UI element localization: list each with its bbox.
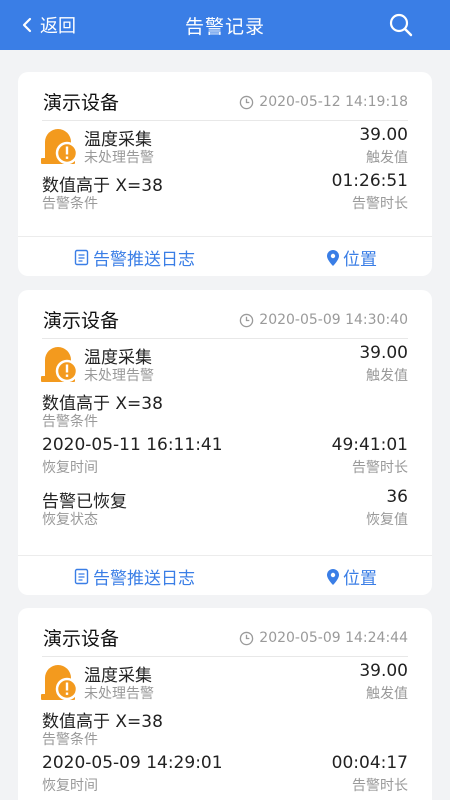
search-button[interactable] xyxy=(388,12,414,42)
trigger-value: 39.00 xyxy=(359,125,408,145)
recover-time-row: 2020-05-09 14:29:01 恢复时间 00:04:17 告警时长 xyxy=(18,749,432,800)
alarm-condition-label: 告警条件 xyxy=(42,732,98,748)
page-title: 告警记录 xyxy=(184,16,265,38)
alarm-status: 未处理告警 xyxy=(84,686,154,702)
recover-value: 36 xyxy=(386,487,408,507)
alarm-condition-label: 告警条件 xyxy=(42,414,98,430)
clock-icon xyxy=(240,631,254,645)
trigger-value: 39.00 xyxy=(359,661,408,681)
location-button[interactable]: 位置 xyxy=(326,245,377,270)
clock-icon xyxy=(240,313,254,327)
trigger-value-label: 触发值 xyxy=(366,368,408,384)
alarm-duration-label: 告警时长 xyxy=(352,778,408,794)
location-pin-icon xyxy=(327,568,339,585)
alarm-type-row: 温度采集 未处理告警 39.00 触发值 xyxy=(18,121,432,167)
recover-time-label: 恢复时间 xyxy=(42,460,98,476)
push-log-button[interactable]: 告警推送日志 xyxy=(74,564,195,589)
device-name: 演示设备 xyxy=(43,92,120,114)
alarm-status: 未处理告警 xyxy=(84,150,154,166)
alarm-condition-label: 告警条件 xyxy=(42,196,98,212)
device-name: 演示设备 xyxy=(43,310,120,332)
alarm-time: 2020-05-09 14:24:44 xyxy=(239,630,408,646)
alarm-duration: 49:41:01 xyxy=(331,435,408,455)
alarm-duration-label: 告警时长 xyxy=(352,196,408,212)
alarm-type-row: 温度采集 未处理告警 39.00 触发值 xyxy=(18,339,432,385)
card-actions: 告警推送日志 位置 xyxy=(18,555,432,595)
device-name: 演示设备 xyxy=(43,628,120,650)
clock-icon xyxy=(240,95,254,109)
alarm-list[interactable]: 演示设备 2020-05-12 14:19:18 温度采集 未处理告警 39.0… xyxy=(0,50,450,800)
alarm-time: 2020-05-09 14:30:40 xyxy=(239,312,408,328)
trigger-value-label: 触发值 xyxy=(366,686,408,702)
top-bar: 返回 告警记录 xyxy=(0,0,450,50)
recover-state-label: 恢复状态 xyxy=(42,512,98,528)
trigger-value: 39.00 xyxy=(359,343,408,363)
alarm-duration: 00:04:17 xyxy=(331,753,408,773)
push-log-button[interactable]: 告警推送日志 xyxy=(74,245,195,270)
alarm-card[interactable]: 演示设备 2020-05-09 14:30:40 温度采集 未处理告警 39.0… xyxy=(18,290,432,595)
recover-state-row: 告警已恢复 恢复状态 36 恢复值 xyxy=(18,483,432,529)
alarm-status: 未处理告警 xyxy=(84,368,154,384)
alarm-warning-icon xyxy=(41,129,79,165)
location-button[interactable]: 位置 xyxy=(326,564,377,589)
recover-time: 2020-05-09 14:29:01 xyxy=(42,753,223,773)
condition-row: 数值高于 X=38 告警条件 01:26:51 告警时长 xyxy=(18,167,432,213)
recover-time: 2020-05-11 16:11:41 xyxy=(42,435,223,455)
alarm-card[interactable]: 演示设备 2020-05-12 14:19:18 温度采集 未处理告警 39.0… xyxy=(18,72,432,276)
condition-row: 数值高于 X=38 告警条件 xyxy=(18,385,432,431)
alarm-warning-icon xyxy=(41,347,79,383)
recover-time-label: 恢复时间 xyxy=(42,778,98,794)
document-icon xyxy=(74,249,89,266)
condition-row: 数值高于 X=38 告警条件 xyxy=(18,703,432,749)
card-header: 演示设备 2020-05-09 14:30:40 xyxy=(18,290,432,338)
alarm-time: 2020-05-12 14:19:18 xyxy=(239,94,408,110)
search-icon xyxy=(389,13,413,37)
recover-time-row: 2020-05-11 16:11:41 恢复时间 49:41:01 告警时长 xyxy=(18,431,432,483)
card-actions: 告警推送日志 位置 xyxy=(18,236,432,276)
card-header: 演示设备 2020-05-12 14:19:18 xyxy=(18,72,432,120)
trigger-value-label: 触发值 xyxy=(366,150,408,166)
alarm-duration: 01:26:51 xyxy=(331,171,408,191)
location-pin-icon xyxy=(327,249,339,266)
alarm-type-row: 温度采集 未处理告警 39.00 触发值 xyxy=(18,657,432,703)
document-icon xyxy=(74,568,89,585)
alarm-duration-label: 告警时长 xyxy=(352,460,408,476)
recover-value-label: 恢复值 xyxy=(366,512,408,528)
alarm-warning-icon xyxy=(41,665,79,701)
card-header: 演示设备 2020-05-09 14:24:44 xyxy=(18,608,432,656)
alarm-card[interactable]: 演示设备 2020-05-09 14:24:44 温度采集 未处理告警 39.0… xyxy=(18,608,432,800)
